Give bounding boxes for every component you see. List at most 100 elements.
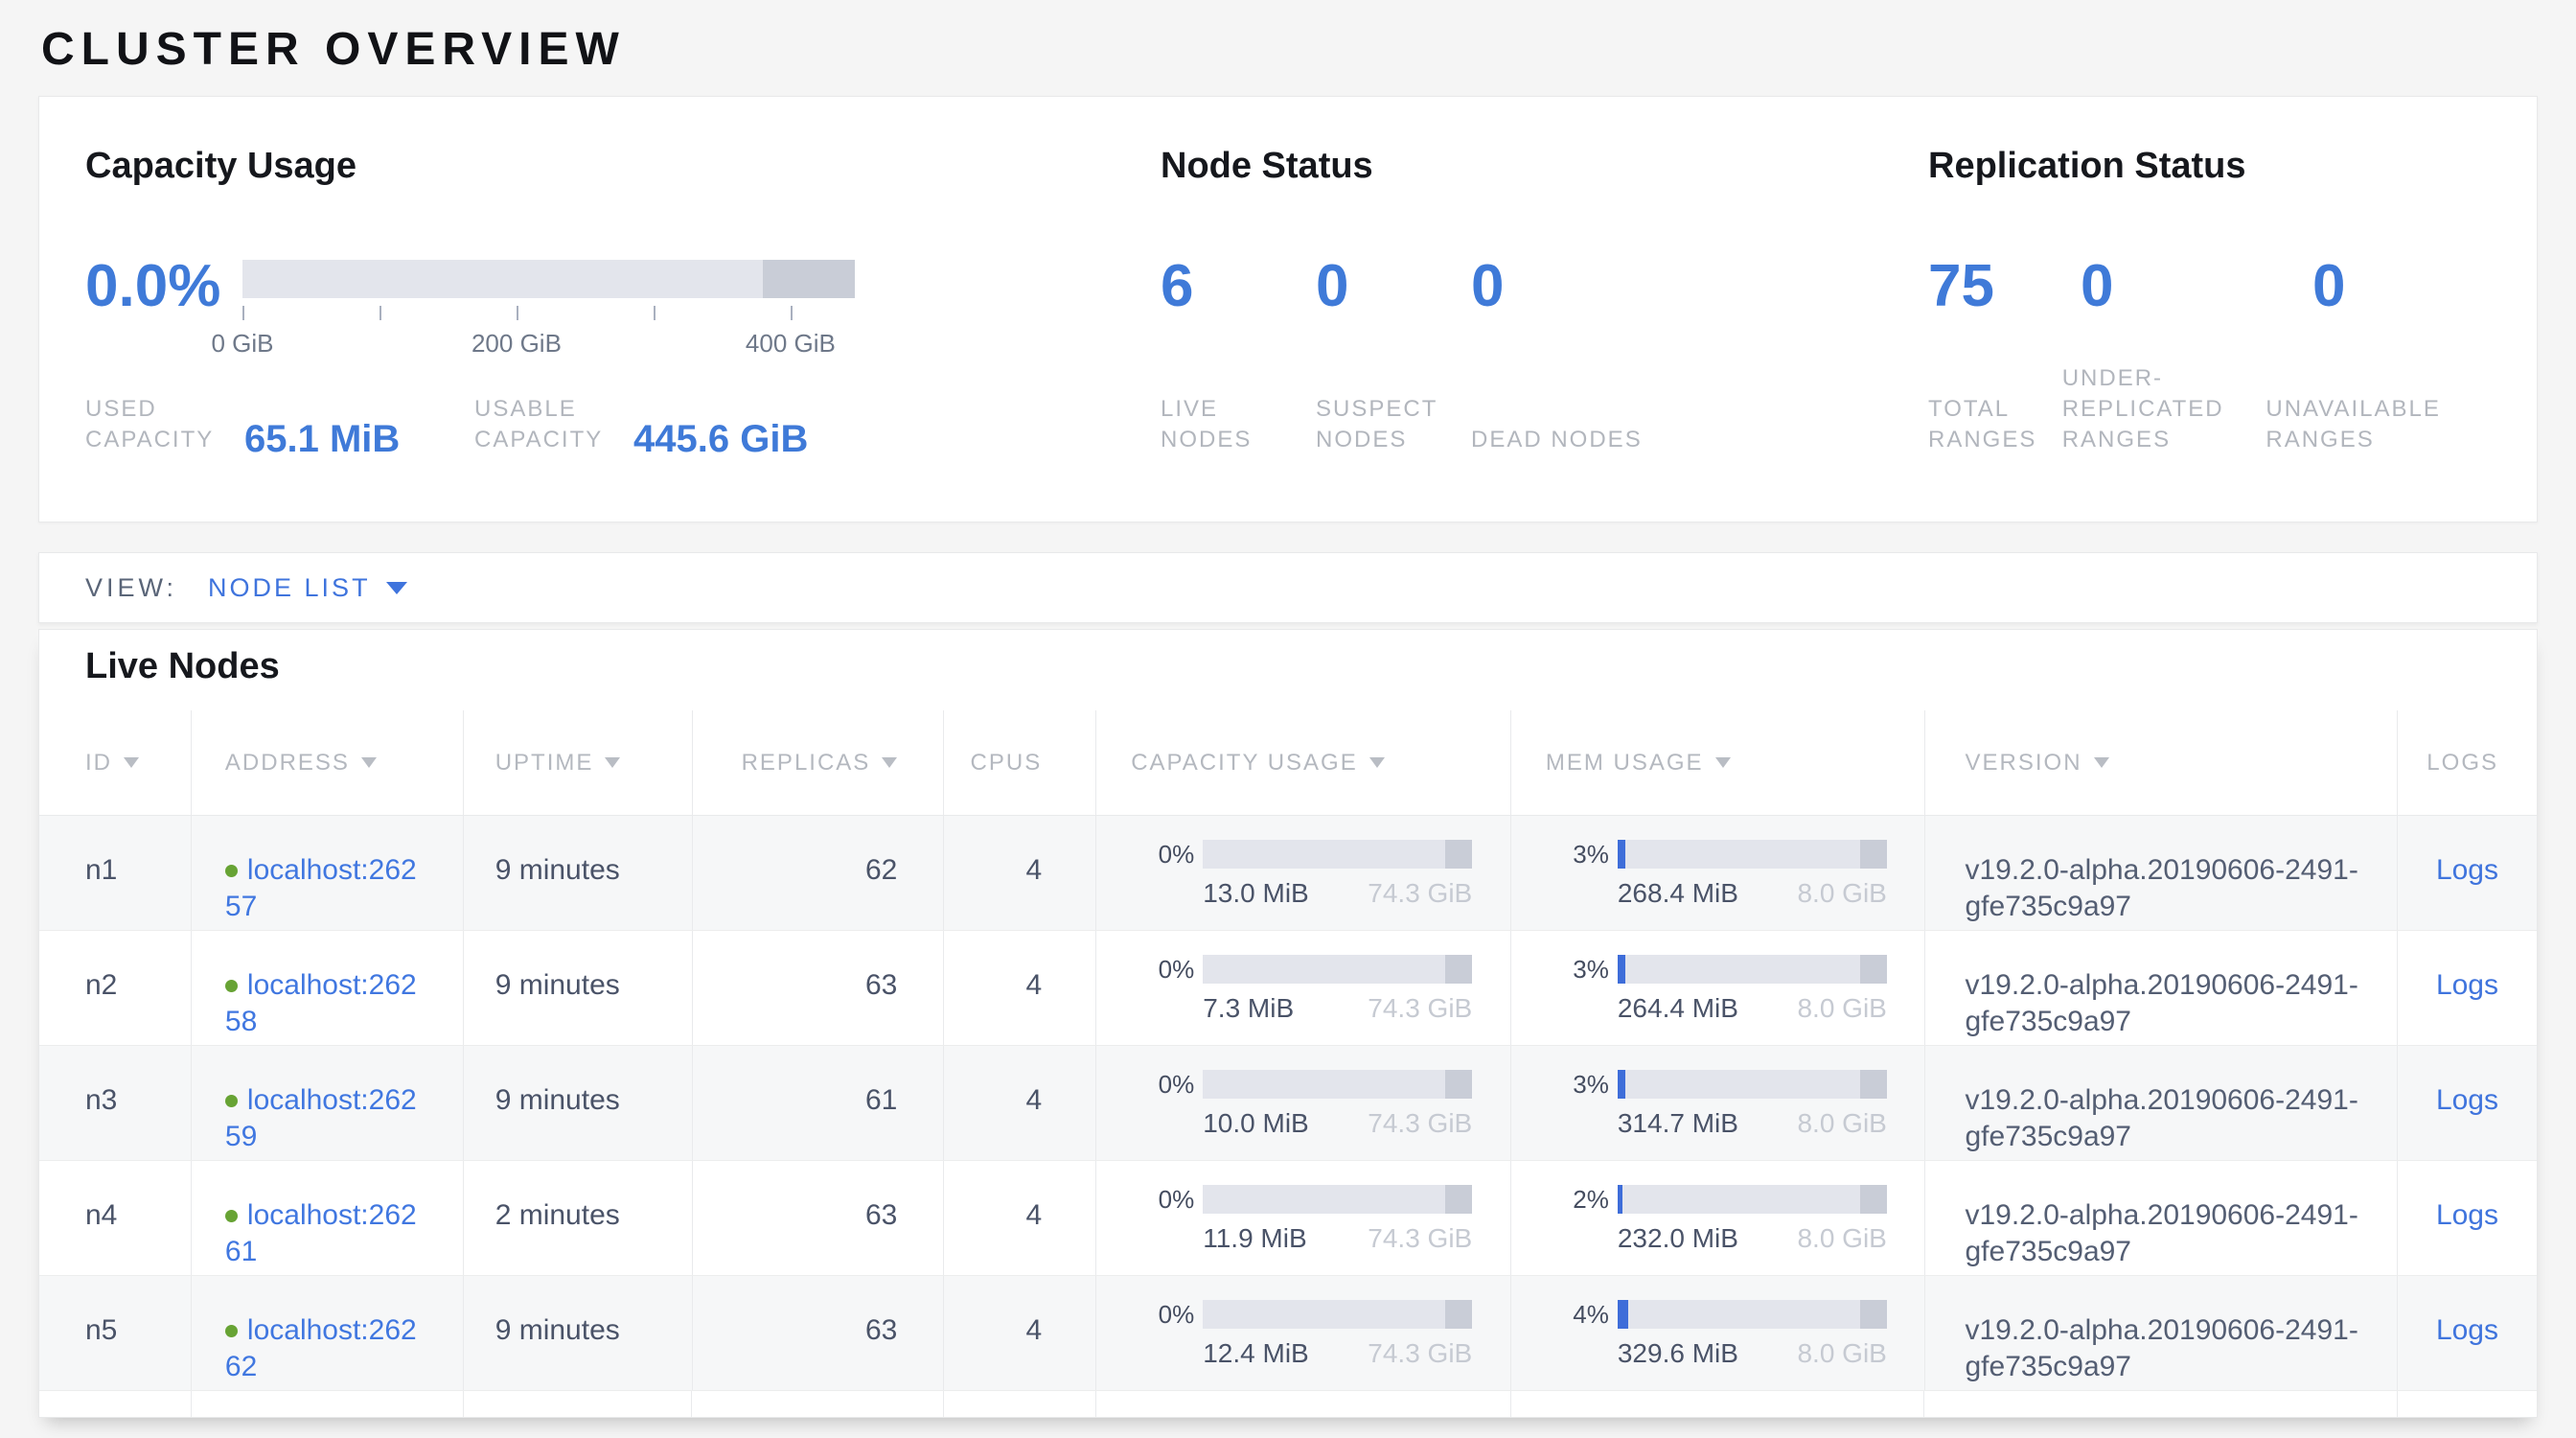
- axis-tick: [517, 306, 518, 320]
- axis-tick: [380, 306, 381, 320]
- node-address-cell: localhost:26261: [191, 1161, 463, 1275]
- node-uptime-cell: 9 minutes: [463, 816, 692, 930]
- mem-usage-bar: [1618, 1185, 1887, 1214]
- mem-total-value: 8.0 GiB: [1797, 1109, 1886, 1138]
- node-address-link[interactable]: localhost:26259: [225, 1084, 417, 1152]
- capacity-usage-bar: [1203, 1070, 1472, 1099]
- node-id-cell: n2: [39, 931, 191, 1045]
- node-version-cell: v19.2.0-alpha.20190606-2491-gfe735c9a97: [1924, 816, 2398, 930]
- node-logs-link[interactable]: Logs: [2436, 854, 2498, 886]
- mem-usage-bar: [1618, 840, 1887, 869]
- axis-tick-label: 200 GiB: [472, 329, 562, 359]
- capacity-used-value: 11.9 MiB: [1203, 1224, 1306, 1253]
- node-replicas-cell: 62: [692, 816, 944, 930]
- mem-bar-reserved-segment: [1860, 1070, 1887, 1099]
- node-live-status-icon: [225, 1210, 238, 1222]
- capacity-percent-label: 0%: [1131, 836, 1194, 872]
- page-title: CLUSTER OVERVIEW: [41, 23, 626, 76]
- table-body: n1 localhost:26257 9 minutes 62 4 0% 13.…: [39, 816, 2537, 1391]
- capacity-bar-reserved-segment: [1445, 1300, 1472, 1329]
- under-replicated-ranges-label: UNDER-REPLICATED RANGES: [2062, 363, 2266, 455]
- mem-bar-fill: [1618, 1185, 1623, 1214]
- sort-arrow-icon: [2094, 757, 2109, 768]
- node-version-cell: v19.2.0-alpha.20190606-2491-gfe735c9a97: [1924, 931, 2398, 1045]
- node-address-link[interactable]: localhost:26262: [225, 1314, 417, 1382]
- sort-arrow-icon: [1715, 757, 1731, 768]
- sort-arrow-icon: [124, 757, 139, 768]
- node-version-cell: v19.2.0-alpha.20190606-2491-gfe735c9a97: [1924, 1276, 2398, 1390]
- node-replicas-cell: 63: [692, 931, 944, 1045]
- capacity-used-percent: 0.0%: [85, 256, 242, 317]
- capacity-used-value: 13.0 MiB: [1203, 879, 1309, 908]
- column-header-label: ID: [85, 750, 112, 777]
- node-mem-usage-cell: 3% 264.4 MiB 8.0 GiB: [1510, 931, 1924, 1045]
- column-header-logs: LOGS: [2397, 710, 2537, 815]
- mem-bar-reserved-segment: [1860, 955, 1887, 984]
- node-logs-link[interactable]: Logs: [2436, 969, 2498, 1001]
- table-row: n5 localhost:26262 9 minutes 63 4 0% 12.…: [39, 1276, 2537, 1391]
- view-dropdown[interactable]: NODE LIST: [208, 573, 407, 603]
- capacity-percent-label: 0%: [1131, 1181, 1194, 1218]
- capacity-bar-reserved-segment: [1445, 1070, 1472, 1099]
- mem-usage-bar: [1618, 955, 1887, 984]
- column-header-label: CPUS: [971, 750, 1043, 777]
- node-address-link[interactable]: localhost:26257: [225, 854, 417, 922]
- column-header-replicas[interactable]: REPLICAS: [692, 710, 944, 815]
- mem-total-value: 8.0 GiB: [1797, 1224, 1886, 1253]
- node-address-link[interactable]: localhost:26258: [225, 969, 417, 1037]
- node-logs-cell: Logs: [2397, 931, 2537, 1045]
- usable-capacity-stat: USABLE CAPACITY 445.6 GiB: [474, 394, 808, 455]
- column-header-address[interactable]: ADDRESS: [191, 710, 463, 815]
- node-capacity-usage-cell: 0% 13.0 MiB 74.3 GiB: [1095, 816, 1510, 930]
- axis-tick: [242, 306, 244, 320]
- node-address-cell: localhost:26258: [191, 931, 463, 1045]
- node-logs-link[interactable]: Logs: [2436, 1199, 2498, 1231]
- node-cpus-cell: 4: [943, 1161, 1095, 1275]
- node-capacity-usage-cell: 0% 12.4 MiB 74.3 GiB: [1095, 1276, 1510, 1390]
- node-logs-cell: Logs: [2397, 1276, 2537, 1390]
- capacity-total-value: 74.3 GiB: [1368, 879, 1472, 908]
- column-header-capacity[interactable]: CAPACITY USAGE: [1095, 710, 1510, 815]
- mem-percent-label: 4%: [1546, 1296, 1609, 1333]
- used-capacity-stat: USED CAPACITY 65.1 MiB: [85, 394, 474, 455]
- node-id-cell: n3: [39, 1046, 191, 1160]
- usable-capacity-value: 445.6 GiB: [633, 422, 808, 456]
- mem-total-value: 8.0 GiB: [1797, 1339, 1886, 1368]
- table-header-row: ID ADDRESS UPTIME REPLICAS CPUS CAPACITY…: [39, 710, 2537, 816]
- column-header-uptime[interactable]: UPTIME: [463, 710, 692, 815]
- node-replicas-cell: 63: [692, 1161, 944, 1275]
- capacity-usage-bar: [1203, 1185, 1472, 1214]
- column-header-mem[interactable]: MEM USAGE: [1510, 710, 1924, 815]
- column-header-version[interactable]: VERSION: [1924, 710, 2398, 815]
- mem-bar-reserved-segment: [1860, 840, 1887, 869]
- mem-percent-label: 3%: [1546, 951, 1609, 987]
- axis-tick: [791, 306, 793, 320]
- node-address-cell: localhost:26257: [191, 816, 463, 930]
- node-logs-link[interactable]: Logs: [2436, 1314, 2498, 1346]
- node-logs-cell: Logs: [2397, 816, 2537, 930]
- used-capacity-value: 65.1 MiB: [244, 422, 400, 456]
- capacity-total-value: 74.3 GiB: [1368, 1224, 1472, 1253]
- suspect-nodes-label: SUSPECT NODES: [1316, 394, 1471, 455]
- node-cpus-cell: 4: [943, 931, 1095, 1045]
- capacity-used-value: 10.0 MiB: [1203, 1109, 1309, 1138]
- mem-used-value: 314.7 MiB: [1618, 1109, 1738, 1138]
- column-header-label: MEM USAGE: [1546, 750, 1704, 777]
- column-header-label: VERSION: [1966, 750, 2082, 777]
- under-replicated-ranges-count: 0: [2081, 256, 2312, 317]
- axis-tick: [654, 306, 656, 320]
- node-uptime-cell: 9 minutes: [463, 1046, 692, 1160]
- node-logs-link[interactable]: Logs: [2436, 1084, 2498, 1116]
- node-cpus-cell: 4: [943, 1046, 1095, 1160]
- capacity-bar: [242, 260, 855, 298]
- unavailable-ranges-label: UNAVAILABLE RANGES: [2266, 394, 2522, 455]
- column-header-id[interactable]: ID: [39, 710, 191, 815]
- suspect-nodes-count: 0: [1316, 256, 1471, 317]
- node-cpus-cell: 4: [943, 816, 1095, 930]
- sort-arrow-icon: [882, 757, 897, 768]
- node-address-link[interactable]: localhost:26261: [225, 1199, 417, 1267]
- dead-nodes-label: DEAD NODES: [1471, 425, 1643, 455]
- node-capacity-usage-cell: 0% 11.9 MiB 74.3 GiB: [1095, 1161, 1510, 1275]
- node-id-cell: n1: [39, 816, 191, 930]
- unavailable-ranges-count: 0: [2312, 256, 2345, 317]
